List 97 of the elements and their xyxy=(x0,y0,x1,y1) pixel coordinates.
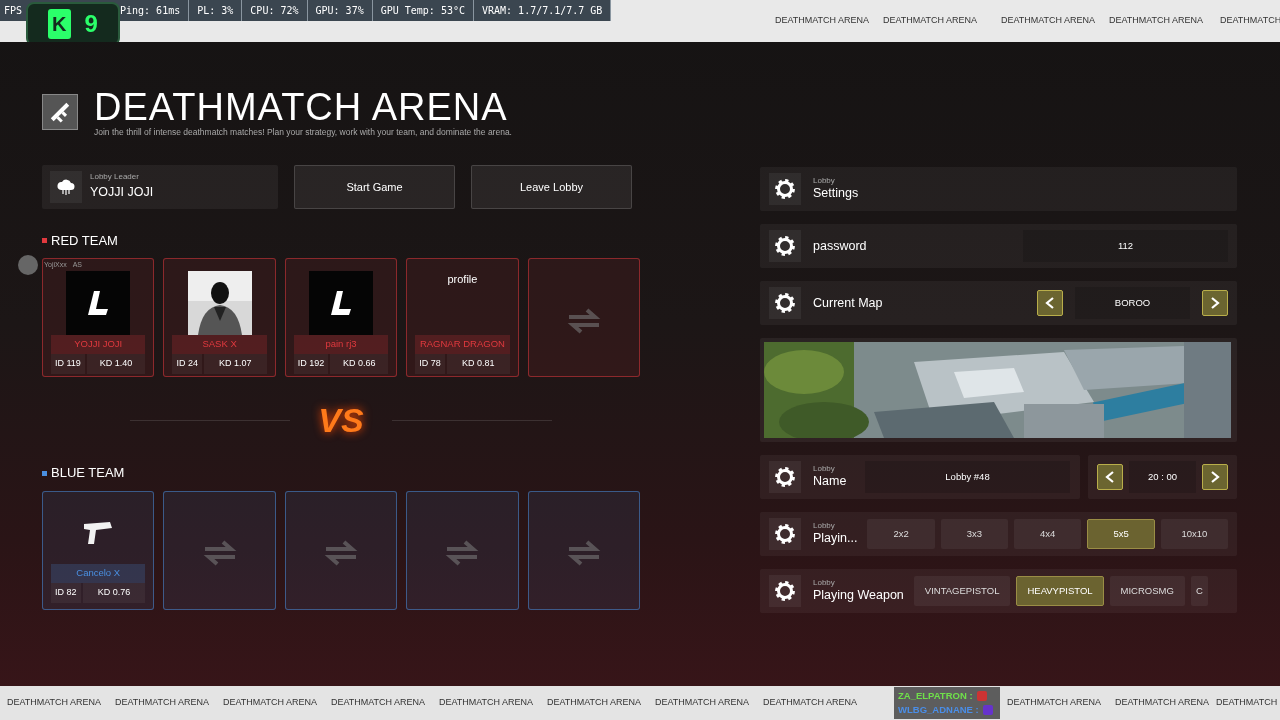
empty-slot[interactable] xyxy=(527,258,641,378)
team-title: RED TEAM xyxy=(51,231,118,250)
ticker-text: DEATHMATCH ARENA xyxy=(773,14,871,28)
option-button[interactable]: VINTAGEPISTOL xyxy=(913,576,1011,606)
map-name: BOROO xyxy=(1075,287,1190,319)
player-id: ID 192 xyxy=(293,354,329,374)
empty-slot[interactable] xyxy=(406,490,519,610)
gear-icon xyxy=(775,293,795,313)
setting-label: Lobby xyxy=(813,521,836,530)
ticker-text: DEATHMATCH xyxy=(1216,696,1278,710)
ticker-text: DEATHMATCH ARENA xyxy=(545,696,643,710)
ticker-text: DEATHMATCH ARENA xyxy=(999,14,1097,28)
empty-slot[interactable] xyxy=(527,490,641,610)
logo: K 9 xyxy=(26,2,120,42)
gear-icon xyxy=(775,467,795,487)
next-button[interactable] xyxy=(1202,464,1228,490)
chat-name: WLBG_ADNANE : xyxy=(898,703,979,717)
ticker-text: DEATHMATCH ARENA xyxy=(881,14,979,28)
player-id: ID 78 xyxy=(415,354,445,374)
ticker-text: DEATHMATCH ARENA xyxy=(1005,696,1103,710)
player-name: RAGNAR DRAGON xyxy=(415,335,510,355)
ticker-text: DEATHMATCH ARENA xyxy=(1113,696,1211,710)
ticker-text: DEATHMATCH ARENA xyxy=(437,696,535,710)
page-title: DEATHMATCH ARENA xyxy=(94,88,509,126)
option-button[interactable]: HEAVYPISTOL xyxy=(1016,576,1104,606)
stat-text: GPU Temp: 53°C xyxy=(372,0,474,21)
leave-lobby-button[interactable]: Leave Lobby xyxy=(471,164,632,209)
option-button[interactable]: 3x3 xyxy=(940,519,1009,549)
ticker-text: DEATHMATCH ARENA xyxy=(113,696,211,710)
player-id: ID 119 xyxy=(51,354,85,374)
option-button[interactable]: MICROSMG xyxy=(1109,576,1185,606)
logo-avatar xyxy=(66,271,131,336)
previous-button[interactable] xyxy=(1037,290,1063,316)
setting-label: Lobby xyxy=(813,464,836,473)
gear-icon xyxy=(775,179,795,199)
ticker-text: DEATHMATCH ARENA xyxy=(1107,14,1205,28)
chevron-left-icon xyxy=(1045,297,1055,309)
previous-button[interactable] xyxy=(1097,464,1123,490)
player-name: SASK X xyxy=(172,335,267,355)
option-button[interactable]: C xyxy=(1190,576,1208,606)
empty-slot[interactable] xyxy=(163,490,276,610)
setting-title: Playing Weapon xyxy=(813,587,904,604)
setting-title: Playin... xyxy=(813,530,858,547)
avatar-icon xyxy=(18,255,38,275)
ticker-text: DEATHMATCH ARENA xyxy=(5,696,103,710)
versus-emblem: VS xyxy=(318,399,364,441)
stat-text: GPU: 37% xyxy=(307,0,373,21)
player-id: ID 24 xyxy=(172,354,202,374)
player-name: YOJJI JOJI xyxy=(51,335,146,355)
setting-title: Settings xyxy=(813,185,859,202)
password-field[interactable]: 112 xyxy=(1023,230,1228,262)
chevron-right-icon xyxy=(1210,471,1220,483)
team-title: BLUE TEAM xyxy=(51,464,125,483)
empty-slot[interactable] xyxy=(284,490,398,610)
player-kd: KD 1.40 xyxy=(86,354,146,374)
player-kd: KD 0.81 xyxy=(446,354,510,374)
stat-text: PL: 3% xyxy=(189,0,243,21)
option-button[interactable]: 5x5 xyxy=(1087,519,1155,549)
stat-text: FPS xyxy=(4,5,23,16)
next-button[interactable] xyxy=(1202,290,1228,316)
option-button[interactable]: 4x4 xyxy=(1014,519,1082,549)
chat-name: ZA_ELPATRON : xyxy=(898,689,973,703)
setting-label: Lobby xyxy=(813,578,836,587)
player-kd: KD 0.66 xyxy=(330,354,389,374)
ticker-text: DEATHMATCH ARENA xyxy=(329,696,427,710)
leader-label: Lobby Leader xyxy=(90,173,140,182)
chevron-right-icon xyxy=(1210,297,1220,309)
ticker-text: DEATHMATCH ARENA xyxy=(221,696,319,710)
chat-badge-icon xyxy=(982,704,993,715)
gear-icon xyxy=(775,524,795,544)
player-name: Cancelo X xyxy=(51,564,146,584)
broken-image-text: profile xyxy=(447,272,478,288)
setting-label: Lobby xyxy=(813,176,836,185)
ticker-text: DEATHMATCH ARENA xyxy=(653,696,751,710)
stat-text: VRAM: 1.7/7.1/7.7 GB xyxy=(474,0,612,21)
chat-badge-icon xyxy=(976,691,987,702)
ticker-text: DEATHMATCH ARENA xyxy=(761,696,859,710)
leader-name: YOJJI JOJI xyxy=(90,184,154,201)
player-kd: KD 0.76 xyxy=(82,583,146,603)
stat-text: CPU: 72% xyxy=(242,0,308,21)
logo-avatar xyxy=(309,271,373,336)
player-name: pain rj3 xyxy=(293,335,389,355)
player-id: ID 82 xyxy=(51,583,81,603)
setting-title: password xyxy=(813,237,868,255)
option-button[interactable]: 2x2 xyxy=(867,519,935,549)
lobby-name-field[interactable]: Lobby #48 xyxy=(865,461,1070,493)
setting-title: Name xyxy=(813,473,848,490)
time-value: 20 : 00 xyxy=(1129,461,1196,493)
ticker-text: DEATHMATCH xyxy=(1219,14,1280,28)
chevron-left-icon xyxy=(1105,471,1115,483)
gear-icon xyxy=(775,236,795,256)
setting-title: Current Map xyxy=(813,294,884,312)
option-button[interactable]: 10x10 xyxy=(1160,519,1229,549)
start-game-button[interactable]: Start Game xyxy=(294,164,455,209)
player-kd: KD 1.07 xyxy=(203,354,267,374)
gear-icon xyxy=(775,581,795,601)
page-subtitle: Join the thrill of intense deathmatch matches! Plan your strategy, work with your team, and dominate the arena. xyxy=(94,126,512,139)
